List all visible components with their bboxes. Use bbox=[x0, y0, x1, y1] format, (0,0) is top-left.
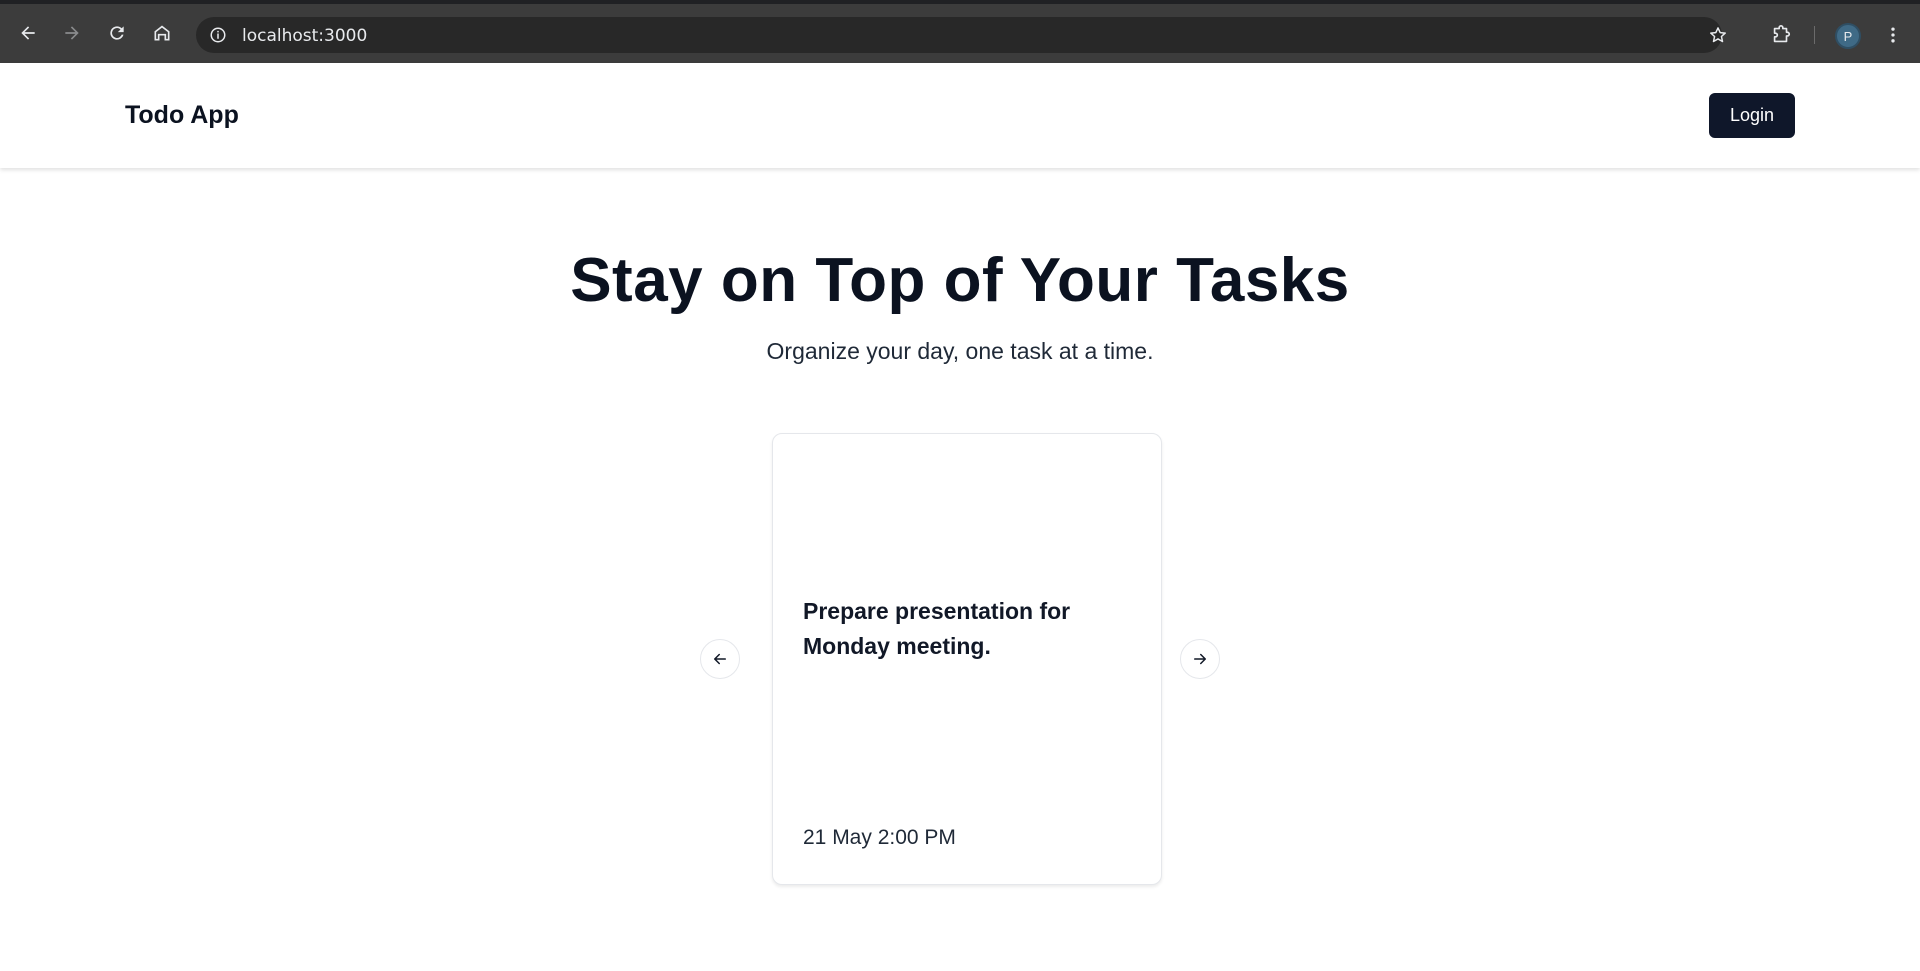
carousel-prev-button[interactable] bbox=[700, 639, 740, 679]
task-datetime: 21 May 2:00 PM bbox=[803, 826, 956, 849]
home-icon bbox=[154, 25, 170, 41]
bookmark-button[interactable] bbox=[1706, 23, 1730, 47]
home-button[interactable] bbox=[150, 21, 174, 45]
login-button[interactable]: Login bbox=[1709, 93, 1795, 138]
info-icon[interactable] bbox=[208, 25, 228, 45]
hero-subtitle: Organize your day, one task at a time. bbox=[766, 338, 1154, 364]
arrow-right-icon bbox=[65, 26, 79, 40]
carousel-next-button[interactable] bbox=[1180, 639, 1220, 679]
task-description: Prepare presentation for Monday meeting. bbox=[803, 598, 1071, 659]
arrow-right-icon bbox=[1194, 653, 1206, 665]
star-icon bbox=[1710, 27, 1726, 43]
address-bar[interactable]: localhost:3000 bbox=[196, 17, 1722, 53]
browser-chrome: localhost:3000 P bbox=[0, 0, 1920, 63]
task-card: Prepare presentation for Monday meeting.… bbox=[772, 433, 1162, 885]
puzzle-icon bbox=[1773, 25, 1791, 43]
brand-logo-text[interactable]: Todo App bbox=[125, 101, 239, 130]
arrow-left-icon bbox=[714, 653, 726, 665]
forward-button[interactable] bbox=[60, 21, 84, 45]
kebab-menu-icon bbox=[1891, 27, 1895, 43]
browser-toolbar: localhost:3000 P bbox=[0, 4, 1920, 63]
browser-menu-button[interactable] bbox=[1881, 23, 1905, 47]
toolbar-divider bbox=[1814, 26, 1815, 44]
reload-icon bbox=[110, 26, 124, 40]
arrow-left-icon bbox=[21, 26, 35, 40]
profile-avatar[interactable]: P bbox=[1835, 23, 1861, 49]
url-text[interactable]: localhost:3000 bbox=[242, 26, 367, 46]
hero-title: Stay on Top of Your Tasks bbox=[570, 246, 1350, 315]
extensions-button[interactable] bbox=[1769, 23, 1793, 47]
back-button[interactable] bbox=[16, 21, 40, 45]
reload-button[interactable] bbox=[105, 21, 129, 45]
app-header: Todo App Login bbox=[0, 63, 1920, 168]
